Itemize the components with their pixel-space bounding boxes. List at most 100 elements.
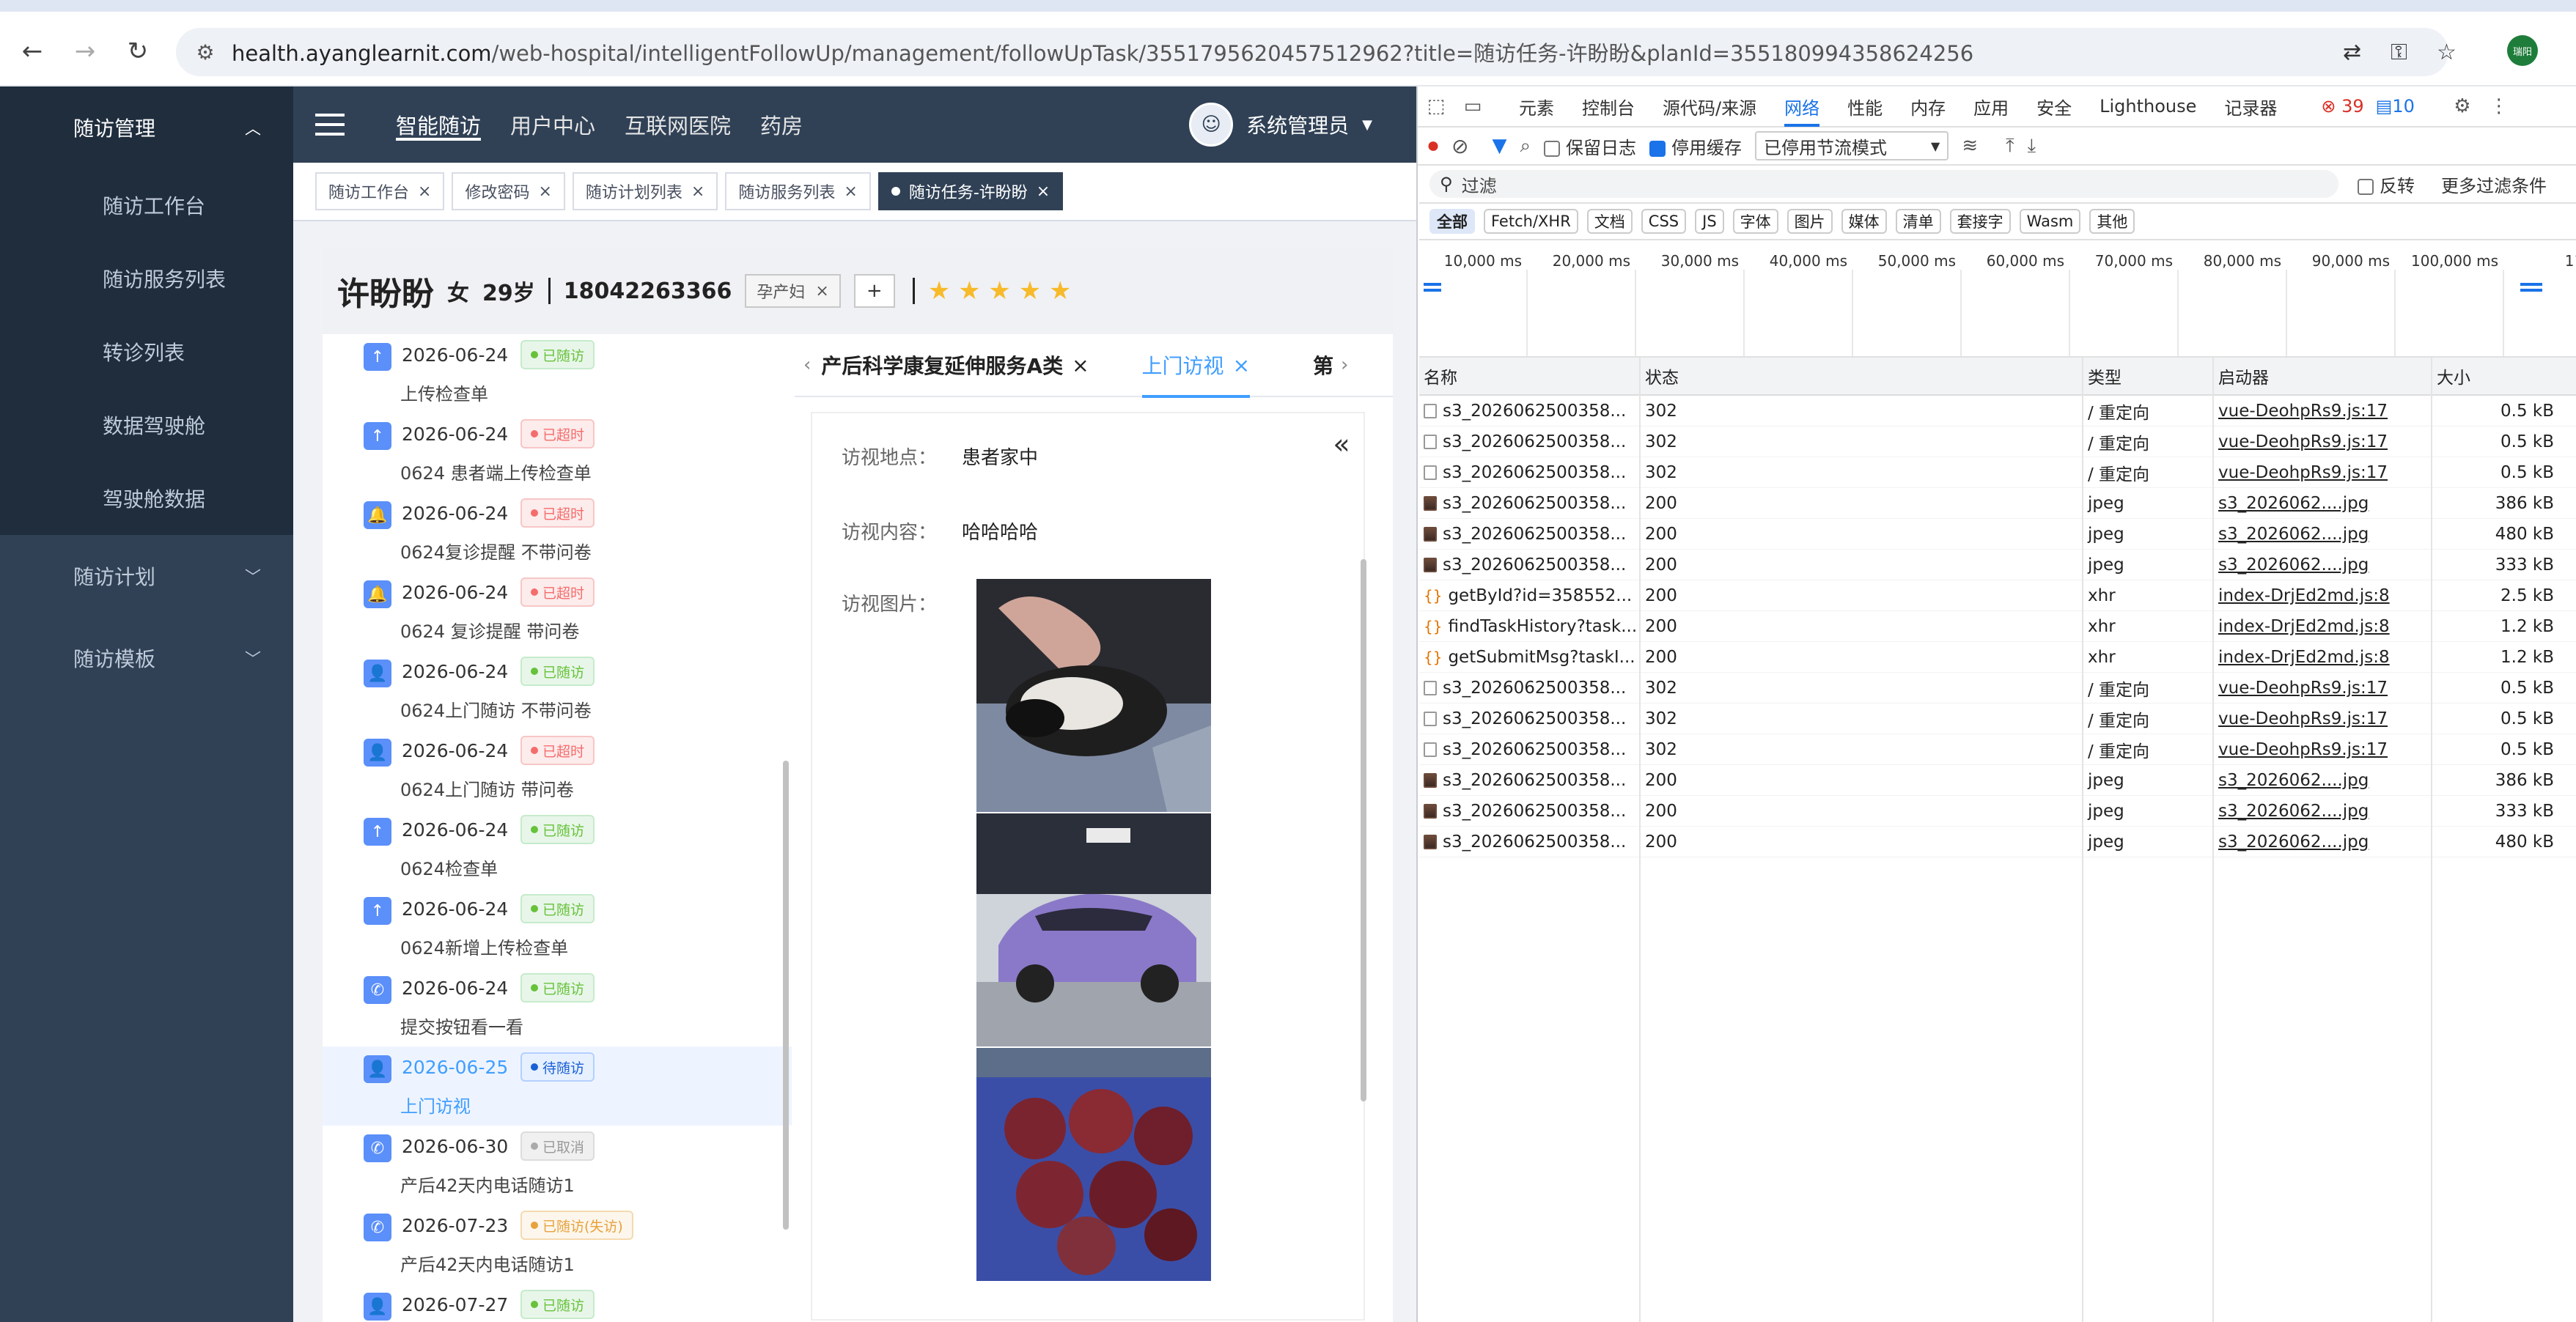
initiator-link[interactable]: s3_2026062....jpg xyxy=(2218,494,2369,513)
close-icon[interactable]: × xyxy=(815,282,828,300)
sidebar-item-referral-list[interactable]: 转诊列表 xyxy=(0,315,293,388)
cell-name[interactable]: s3_2026062500358... xyxy=(1419,771,1639,790)
type-filter-chip[interactable]: 媒体 xyxy=(1841,209,1887,234)
cell-initiator[interactable]: s3_2026062....jpg xyxy=(2212,525,2431,544)
chevron-left-icon[interactable]: ‹ xyxy=(803,354,811,376)
close-icon[interactable]: × xyxy=(844,182,857,201)
key-icon[interactable]: ⚿ xyxy=(2391,40,2407,65)
chevron-right-icon[interactable]: › xyxy=(1341,354,1348,376)
devtools-tab[interactable]: 安全 xyxy=(2036,86,2072,127)
user-menu[interactable]: ☺ 系统管理员 ▼ xyxy=(1189,103,1372,147)
initiator-link[interactable]: vue-DeohpRs9.js:17 xyxy=(2218,740,2388,759)
url-text[interactable]: health.ayanglearnit.com/web-hospital/int… xyxy=(232,37,1973,67)
cell-initiator[interactable]: s3_2026062....jpg xyxy=(2212,494,2431,513)
star-icon[interactable]: ★ xyxy=(1019,276,1049,306)
timeline-item[interactable]: 👤 2026-06-25 待随访 上门访视 xyxy=(323,1046,792,1126)
type-filter-chip[interactable]: 文档 xyxy=(1586,209,1633,234)
devtools-tab[interactable]: 元素 xyxy=(1519,86,1554,127)
table-row[interactable]: s3_2026062500358... 302 / 重定向 vue-DeohpRs9.… xyxy=(1419,396,2576,426)
timeline-item[interactable]: ✆ 2026-06-30 已取消 产后42天内电话随访1 xyxy=(323,1126,792,1205)
tag-plan-list[interactable]: 随访计划列表 × xyxy=(572,172,718,210)
wifi-settings-icon[interactable]: ≋ xyxy=(1962,135,1978,157)
close-icon[interactable]: × xyxy=(691,182,704,201)
cell-initiator[interactable]: vue-DeohpRs9.js:17 xyxy=(2212,463,2431,482)
cell-initiator[interactable]: vue-DeohpRs9.js:17 xyxy=(2212,402,2431,421)
cell-initiator[interactable]: index-DrjEd2md.js:8 xyxy=(2212,648,2431,667)
throttle-select[interactable]: 已停用节流模式 ▼ xyxy=(1755,131,1949,160)
tab-home-visit[interactable]: 上门访视 × xyxy=(1141,333,1251,398)
visit-photo-cat[interactable] xyxy=(976,579,1211,812)
sidebar-item-cockpit-data[interactable]: 驾驶舱数据 xyxy=(0,462,293,535)
initiator-link[interactable]: vue-DeohpRs9.js:17 xyxy=(2218,432,2388,451)
tag-service-list[interactable]: 随访服务列表 × xyxy=(725,172,871,210)
timeline-item[interactable]: ↑ 2026-06-24 已随访 0624新增上传检查单 xyxy=(323,888,792,967)
table-row[interactable]: s3_2026062500358... 302 / 重定向 vue-DeohpRs9.… xyxy=(1419,704,2576,734)
table-row[interactable]: s3_2026062500358... 200 jpeg s3_2026062....… xyxy=(1419,827,2576,857)
tag-followup-task[interactable]: 随访任务-许盼盼 × xyxy=(877,172,1064,210)
timeline-item[interactable]: ✆ 2026-06-24 已随访 提交按钮看一看 xyxy=(323,967,792,1046)
menu-toggle-icon[interactable] xyxy=(315,114,345,136)
reload-icon[interactable]: ↻ xyxy=(116,29,160,73)
type-filter-chip[interactable]: JS xyxy=(1695,209,1724,234)
cell-name[interactable]: {} getById?id=358552... xyxy=(1419,586,1639,605)
inspect-element-icon[interactable]: ⬚ xyxy=(1418,95,1454,117)
bookmark-star-icon[interactable]: ☆ xyxy=(2437,40,2457,65)
timeline-item[interactable]: ↑ 2026-06-24 已随访 0624检查单 xyxy=(323,809,792,888)
upload-icon[interactable]: ⤒ xyxy=(2006,135,2014,158)
cell-initiator[interactable]: index-DrjEd2md.js:8 xyxy=(2212,617,2431,636)
cell-initiator[interactable]: vue-DeohpRs9.js:17 xyxy=(2212,740,2431,759)
type-filter-chip[interactable]: Fetch/XHR xyxy=(1484,209,1578,234)
initiator-link[interactable]: index-DrjEd2md.js:8 xyxy=(2218,648,2390,667)
message-count[interactable]: ▤10 xyxy=(2376,96,2415,117)
table-row[interactable]: s3_2026062500358... 302 / 重定向 vue-DeohpRs9.… xyxy=(1419,734,2576,765)
close-icon[interactable]: × xyxy=(538,182,551,201)
cell-name[interactable]: s3_2026062500358... xyxy=(1419,709,1639,728)
type-filter-chip[interactable]: 其他 xyxy=(2089,209,2135,234)
cell-name[interactable]: s3_2026062500358... xyxy=(1419,740,1639,759)
table-row[interactable]: {} getById?id=358552... 200 xhr index-DrjEd2… xyxy=(1419,580,2576,611)
cell-initiator[interactable]: s3_2026062....jpg xyxy=(2212,802,2431,821)
disable-cache-checkbox[interactable]: 停用缓存 xyxy=(1649,133,1742,159)
tag-workbench[interactable]: 随访工作台 × xyxy=(315,172,445,210)
tag-change-password[interactable]: 修改密码 × xyxy=(452,172,565,210)
table-row[interactable]: {} getSubmitMsg?taskI... 200 xhr index-DrjEd… xyxy=(1419,642,2576,673)
timeline-item[interactable]: 👤 2026-06-24 已超时 0624上门随访 带问卷 xyxy=(323,730,792,809)
back-icon[interactable]: ← xyxy=(10,29,54,73)
address-bar[interactable]: ⚙ health.ayanglearnit.com/web-hospital/i… xyxy=(176,28,2448,76)
devtools-tab[interactable]: 控制台 xyxy=(1582,86,1635,127)
initiator-link[interactable]: s3_2026062....jpg xyxy=(2218,555,2369,575)
initiator-link[interactable]: vue-DeohpRs9.js:17 xyxy=(2218,709,2388,728)
cell-name[interactable]: {} findTaskHistory?task... xyxy=(1419,617,1639,636)
table-row[interactable]: s3_2026062500358... 302 / 重定向 vue-DeohpRs9.… xyxy=(1419,426,2576,457)
collapse-double-left-icon[interactable]: « xyxy=(1320,424,1364,465)
sidebar-item-workbench[interactable]: 随访工作台 xyxy=(0,169,293,242)
type-filter-chip[interactable]: 图片 xyxy=(1786,209,1833,234)
star-icon[interactable]: ★ xyxy=(1049,276,1071,306)
cell-name[interactable]: s3_2026062500358... xyxy=(1419,494,1639,513)
column-header-type[interactable]: 类型 xyxy=(2082,363,2212,388)
cell-initiator[interactable]: vue-DeohpRs9.js:17 xyxy=(2212,679,2431,698)
close-icon[interactable]: × xyxy=(1233,353,1250,377)
network-overview[interactable]: 10,000 ms 20,000 ms 30,000 ms 40,000 ms 50,0… xyxy=(1419,240,2576,358)
topnav-user-center[interactable]: 用户中心 xyxy=(510,86,595,163)
topnav-internet-hospital[interactable]: 互联网医院 xyxy=(625,86,731,163)
clear-icon[interactable]: ⊘ xyxy=(1451,134,1468,158)
timeline-item[interactable]: 🔔 2026-06-24 已超时 0624复诊提醒 不带问卷 xyxy=(323,492,792,572)
type-filter-chip[interactable]: 清单 xyxy=(1895,209,1941,234)
tab-rehab-service[interactable]: 产后科学康复延伸服务A类 × xyxy=(821,333,1089,396)
filter-funnel-icon[interactable]: ▼ xyxy=(1492,135,1506,157)
devtools-tab[interactable]: 源代码/来源 xyxy=(1663,86,1756,127)
table-row[interactable]: s3_2026062500358... 200 jpeg s3_2026062....… xyxy=(1419,765,2576,796)
devtools-tab[interactable]: 网络 xyxy=(1784,86,1820,127)
cell-name[interactable]: s3_2026062500358... xyxy=(1419,832,1639,852)
cell-name[interactable]: s3_2026062500358... xyxy=(1419,525,1639,544)
initiator-link[interactable]: s3_2026062....jpg xyxy=(2218,832,2369,852)
timeline-item[interactable]: ↑ 2026-06-24 已超时 0624 患者端上传检查单 xyxy=(323,413,792,492)
devtools-tab[interactable]: 记录器 xyxy=(2224,86,2277,127)
visit-photo-car[interactable] xyxy=(976,813,1211,1046)
cell-initiator[interactable]: s3_2026062....jpg xyxy=(2212,555,2431,575)
column-header-status[interactable]: 状态 xyxy=(1639,363,2082,388)
initiator-link[interactable]: s3_2026062....jpg xyxy=(2218,802,2369,821)
sidebar-group-followup-plan[interactable]: 随访计划 ﹀ xyxy=(0,535,293,617)
forward-icon[interactable]: → xyxy=(63,29,107,73)
